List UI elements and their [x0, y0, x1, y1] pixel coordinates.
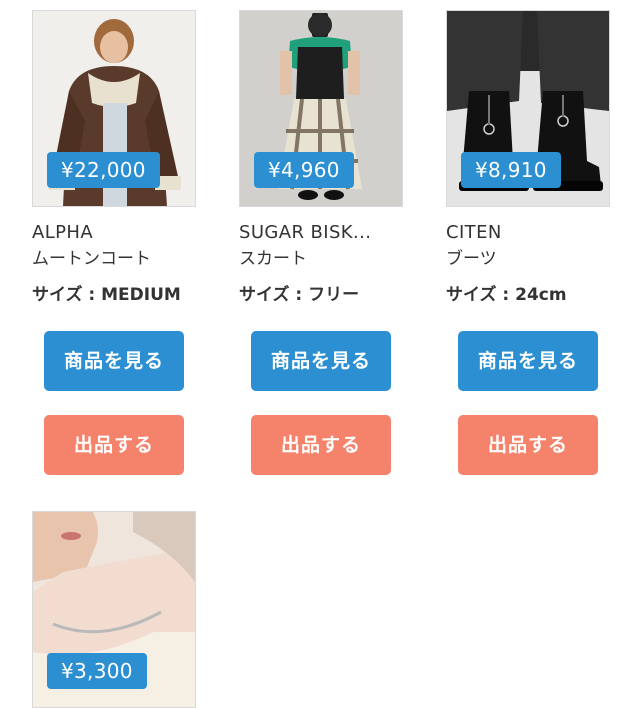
brand-name: CITEN [446, 222, 502, 243]
price-badge: ¥3,300 [47, 653, 147, 689]
view-item-button[interactable]: 商品を見る [458, 331, 598, 391]
view-item-button[interactable]: 商品を見る [251, 331, 391, 391]
brand-name: ALPHA [32, 222, 94, 243]
product-card: ¥4,960 SUGAR BISK... スカート サイズ : フリー 商品を見… [239, 10, 409, 475]
product-image[interactable]: ¥4,960 [239, 10, 403, 207]
product-image[interactable]: ¥8,910 [446, 10, 610, 207]
category-label: スカート [239, 249, 307, 269]
product-card: ¥3,300 [32, 511, 202, 708]
product-image[interactable]: ¥3,300 [32, 511, 196, 708]
product-image[interactable]: ¥22,000 [32, 10, 196, 207]
size-label: サイズ : 24cm [446, 285, 567, 305]
size-label: サイズ : MEDIUM [32, 285, 181, 305]
category-label: ムートンコート [32, 249, 151, 269]
brand-name: SUGAR BISK... [239, 222, 372, 243]
product-card: ¥22,000 ALPHA ムートンコート サイズ : MEDIUM 商品を見る… [32, 10, 202, 475]
price-badge: ¥8,910 [461, 152, 561, 188]
price-badge: ¥4,960 [254, 152, 354, 188]
price-badge: ¥22,000 [47, 152, 160, 188]
category-label: ブーツ [446, 249, 497, 269]
sell-button[interactable]: 出品する [44, 415, 184, 475]
sell-button[interactable]: 出品する [458, 415, 598, 475]
sell-button[interactable]: 出品する [251, 415, 391, 475]
product-card: ¥8,910 CITEN ブーツ サイズ : 24cm 商品を見る 出品する [446, 10, 616, 475]
view-item-button[interactable]: 商品を見る [44, 331, 184, 391]
size-label: サイズ : フリー [239, 285, 360, 305]
